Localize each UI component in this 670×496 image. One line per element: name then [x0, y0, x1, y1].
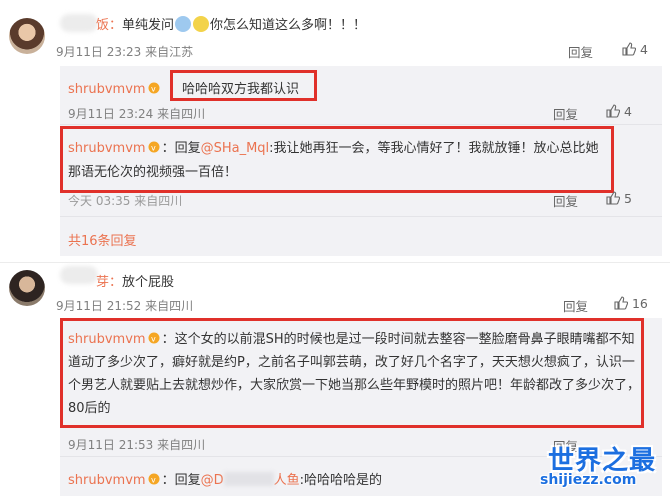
- sub-reply-2-time: 今天 03:35 来自四川: [68, 194, 183, 208]
- highlight-box: [60, 126, 614, 193]
- avatar[interactable]: [9, 18, 45, 54]
- thumbs-up-icon: [606, 191, 620, 205]
- sub-reply-4-prefix: ：回复: [161, 473, 201, 488]
- sub-reply-1-like-button[interactable]: 4: [606, 104, 632, 119]
- sub-reply-1-username[interactable]: shrubvmvm v: [68, 78, 162, 97]
- comment-1-text: 饭：单纯发问 你怎么知道这么多啊！！！: [96, 14, 366, 33]
- thumbs-up-icon: [614, 296, 628, 310]
- emoji-icon: [193, 16, 210, 32]
- comment-2-username[interactable]: 芽：: [96, 275, 122, 290]
- svg-text:v: v: [151, 85, 156, 94]
- emoji-icon: [175, 16, 192, 32]
- sub-reply-2-reply-button[interactable]: 回复: [553, 191, 578, 210]
- comment-1-username[interactable]: 饭：: [96, 18, 122, 33]
- vip-badge-icon: v: [148, 82, 160, 94]
- sub-reply-4-text-block: shrubvmvm v ：回复@D 人鱼:哈哈哈哈是的: [68, 469, 382, 488]
- more-replies-link[interactable]: 共16条回复: [68, 230, 137, 249]
- sub-reply-1-time: 9月11日 23:24 来自四川: [68, 107, 206, 121]
- comment-1-like-button[interactable]: 4: [622, 42, 648, 57]
- comment-2-like-button[interactable]: 16: [614, 296, 648, 311]
- thumbs-up-icon: [622, 42, 636, 56]
- svg-text:v: v: [151, 476, 156, 485]
- sub-reply-4-username[interactable]: shrubvmvm: [68, 473, 146, 488]
- divider: [60, 124, 662, 125]
- comment-2-body: 放个屁股: [122, 275, 175, 290]
- avatar[interactable]: [9, 270, 45, 306]
- comment-1-like-count: 4: [639, 42, 648, 57]
- sub-reply-1-like-count: 4: [623, 104, 632, 119]
- comment-1-time: 9月11日 23:23 来自江苏: [56, 45, 194, 59]
- sub-reply-2-like-button[interactable]: 5: [606, 191, 632, 206]
- comment-2-time: 9月11日 21:52 来自四川: [56, 299, 194, 313]
- blurred-username: [60, 14, 98, 32]
- highlight-box: [60, 318, 644, 428]
- comment-divider: [0, 262, 670, 263]
- blurred-mention: [223, 472, 274, 486]
- sub-reply-4-mention-end[interactable]: 人鱼: [274, 473, 300, 488]
- sub-reply-4-mention[interactable]: @D: [201, 473, 224, 488]
- divider: [60, 216, 662, 217]
- comment-2-reply-button[interactable]: 回复: [563, 296, 588, 315]
- sub-reply-3-time: 9月11日 21:53 来自四川: [68, 438, 206, 452]
- comment-2-text: 芽：放个屁股: [96, 271, 174, 290]
- comment-1-body-2: 你怎么知道这么多啊！！！: [210, 18, 367, 33]
- sub-reply-4-body: :哈哈哈哈是的: [299, 473, 382, 488]
- comment-2-like-count: 16: [631, 296, 648, 311]
- comment-1-body: 单纯发问: [122, 18, 175, 33]
- watermark-url: shijiezz.com: [540, 472, 637, 488]
- blurred-username: [60, 266, 98, 284]
- sub-reply-2-like-count: 5: [623, 191, 632, 206]
- vip-badge-icon: v: [148, 473, 160, 485]
- thumbs-up-icon: [606, 104, 620, 118]
- highlight-box: [170, 70, 317, 101]
- sub-reply-1-reply-button[interactable]: 回复: [553, 104, 578, 123]
- comment-1-reply-button[interactable]: 回复: [568, 42, 593, 61]
